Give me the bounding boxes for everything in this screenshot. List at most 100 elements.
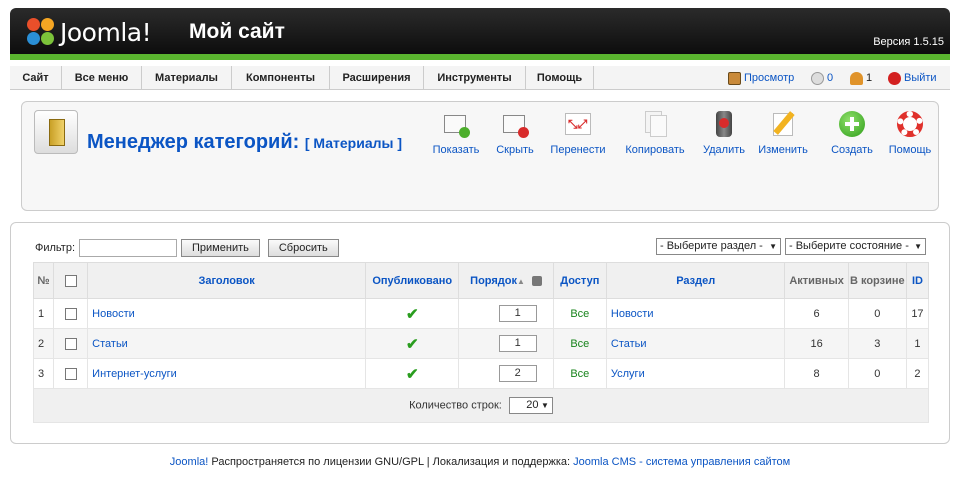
row-title[interactable]: Новости: [87, 298, 367, 329]
trash-icon: [710, 110, 738, 138]
row-active: 6: [784, 298, 849, 329]
menu-all-menus[interactable]: Все меню: [62, 66, 142, 90]
row-checkbox[interactable]: [64, 307, 77, 320]
select-all-checkbox[interactable]: [64, 274, 77, 287]
menu-content[interactable]: Материалы: [142, 66, 232, 90]
joomla-logo: Joomla!: [26, 17, 152, 47]
menu-site[interactable]: Сайт: [10, 66, 62, 90]
main-menu: Сайт Все меню Материалы Компоненты Расши…: [10, 66, 950, 90]
published-check-icon[interactable]: ✔: [406, 306, 419, 323]
preview-link[interactable]: Просмотр: [728, 66, 794, 90]
unpublish-button[interactable]: Скрыть: [485, 110, 545, 156]
edit-button[interactable]: Изменить: [753, 110, 813, 156]
row-id: 17: [905, 298, 930, 329]
col-trash: В корзине: [847, 262, 907, 299]
row-access[interactable]: Все: [552, 328, 607, 359]
row-order-cell: 2: [458, 358, 554, 389]
site-name: Мой сайт: [189, 20, 285, 43]
move-button[interactable]: ⤡⤢ Перенести: [548, 110, 608, 156]
row-section[interactable]: Новости: [605, 298, 786, 329]
main-content: Фильтр: Применить Сбросить - Выберите ра…: [10, 222, 950, 444]
page-subtitle: [ Материалы ]: [304, 135, 403, 151]
row-order-input[interactable]: 2: [498, 365, 537, 382]
menu-help[interactable]: Помощь: [526, 66, 594, 90]
delete-button[interactable]: Удалить: [694, 110, 754, 156]
publish-button[interactable]: Показать: [426, 110, 486, 156]
row-trash: 3: [847, 328, 907, 359]
logout-icon: [888, 71, 901, 85]
new-icon: [838, 110, 866, 138]
messages-link[interactable]: 0: [811, 66, 833, 90]
page-footer: Joomla! Распространяется по лицензии GNU…: [0, 456, 960, 468]
row-checkbox-cell: [53, 328, 89, 359]
help-icon: [896, 110, 924, 138]
col-order[interactable]: Порядок▲: [458, 262, 554, 299]
license-text: Распространяется по лицензии GNU/GPL | Л…: [211, 456, 571, 468]
copy-icon: [641, 110, 669, 138]
rows-count-select[interactable]: 20: [508, 397, 553, 414]
row-access[interactable]: Все: [552, 358, 607, 389]
page-title: Менеджер категорий: [ Материалы ]: [87, 120, 427, 166]
table-row: 2 Статьи ✔ 1 Все Статьи 16 3 1: [32, 328, 930, 359]
row-num: 1: [32, 298, 55, 329]
row-checkbox-cell: [53, 358, 89, 389]
row-trash: 0: [847, 298, 907, 329]
row-order-cell: 1: [458, 328, 554, 359]
col-section[interactable]: Раздел: [605, 262, 786, 299]
logout-label: Выйти: [904, 72, 937, 84]
copy-button[interactable]: Копировать: [623, 110, 687, 156]
users-icon: [850, 71, 863, 85]
category-manager-icon: [34, 110, 78, 154]
row-order-input[interactable]: 1: [498, 305, 537, 322]
rows-count-label: Количество строк:: [409, 399, 502, 412]
row-num: 2: [32, 328, 55, 359]
help-button[interactable]: Помощь: [880, 110, 940, 156]
toolbar-box: Менеджер категорий: [ Материалы ] Показа…: [21, 101, 939, 211]
filter-input[interactable]: [79, 239, 178, 257]
preview-icon: [728, 71, 741, 85]
published-check-icon[interactable]: ✔: [406, 336, 419, 353]
support-link[interactable]: Joomla CMS - система управления сайтом: [573, 456, 790, 468]
row-id: 2: [905, 358, 930, 389]
version-label: Версия 1.5.15: [873, 36, 944, 48]
col-id[interactable]: ID: [905, 262, 930, 299]
col-checkall: [53, 262, 89, 299]
save-order-icon[interactable]: [531, 275, 542, 286]
state-select[interactable]: - Выберите состояние -: [785, 238, 926, 255]
row-title[interactable]: Интернет-услуги: [87, 358, 367, 389]
joomla-link[interactable]: Joomla!: [170, 456, 209, 468]
row-active: 16: [784, 328, 849, 359]
logout-link[interactable]: Выйти: [888, 66, 937, 90]
row-section[interactable]: Услуги: [605, 358, 786, 389]
online-users: 1: [850, 66, 872, 90]
row-checkbox[interactable]: [64, 367, 77, 380]
row-access[interactable]: Все: [552, 298, 607, 329]
row-active: 8: [784, 358, 849, 389]
menu-tools[interactable]: Инструменты: [424, 66, 526, 90]
apply-filter-button[interactable]: Применить: [181, 239, 260, 257]
row-order-input[interactable]: 1: [498, 335, 537, 352]
menu-components[interactable]: Компоненты: [232, 66, 330, 90]
table-row: 3 Интернет-услуги ✔ 2 Все Услуги 8 0 2: [32, 358, 930, 389]
row-num: 3: [32, 358, 55, 389]
filter-label: Фильтр:: [35, 242, 76, 254]
row-published: ✔: [365, 328, 460, 359]
col-access[interactable]: Доступ: [552, 262, 607, 299]
publish-icon: [442, 110, 470, 138]
published-check-icon[interactable]: ✔: [406, 366, 419, 383]
col-title[interactable]: Заголовок: [87, 262, 367, 299]
row-published: ✔: [365, 358, 460, 389]
users-count: 1: [866, 72, 873, 84]
col-active: Активных: [784, 262, 849, 299]
row-checkbox[interactable]: [64, 337, 77, 350]
col-published[interactable]: Опубликовано: [365, 262, 460, 299]
row-trash: 0: [847, 358, 907, 389]
unpublish-icon: [501, 110, 529, 138]
reset-filter-button[interactable]: Сбросить: [267, 239, 339, 257]
section-select[interactable]: - Выберите раздел -: [656, 238, 781, 255]
row-title[interactable]: Статьи: [87, 328, 367, 359]
row-section[interactable]: Статьи: [605, 328, 786, 359]
menu-extensions[interactable]: Расширения: [330, 66, 424, 90]
order-header-label[interactable]: Порядок: [470, 275, 517, 287]
new-button[interactable]: Создать: [822, 110, 882, 156]
